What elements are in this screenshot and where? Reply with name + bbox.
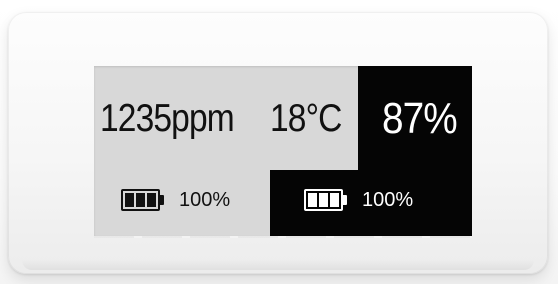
e-ink-screen: 1235ppm 18°C 87% 100% 100% (94, 66, 472, 236)
humidity-panel: 87% (358, 66, 472, 170)
battery-full-icon (304, 189, 347, 211)
screen-edge-reflection (94, 236, 472, 238)
battery-level-left: 100% (179, 189, 231, 211)
co2-reading: 1235ppm (100, 97, 235, 140)
battery-level-right: 100% (362, 189, 414, 211)
temperature-reading: 18°C (270, 97, 342, 140)
battery-status-right: 100% (304, 189, 413, 211)
product-photo: 1235ppm 18°C 87% 100% 100% (0, 0, 558, 284)
battery-full-icon (121, 189, 164, 211)
humidity-reading: 87% (382, 94, 458, 143)
battery-status-left: 100% (121, 189, 230, 211)
